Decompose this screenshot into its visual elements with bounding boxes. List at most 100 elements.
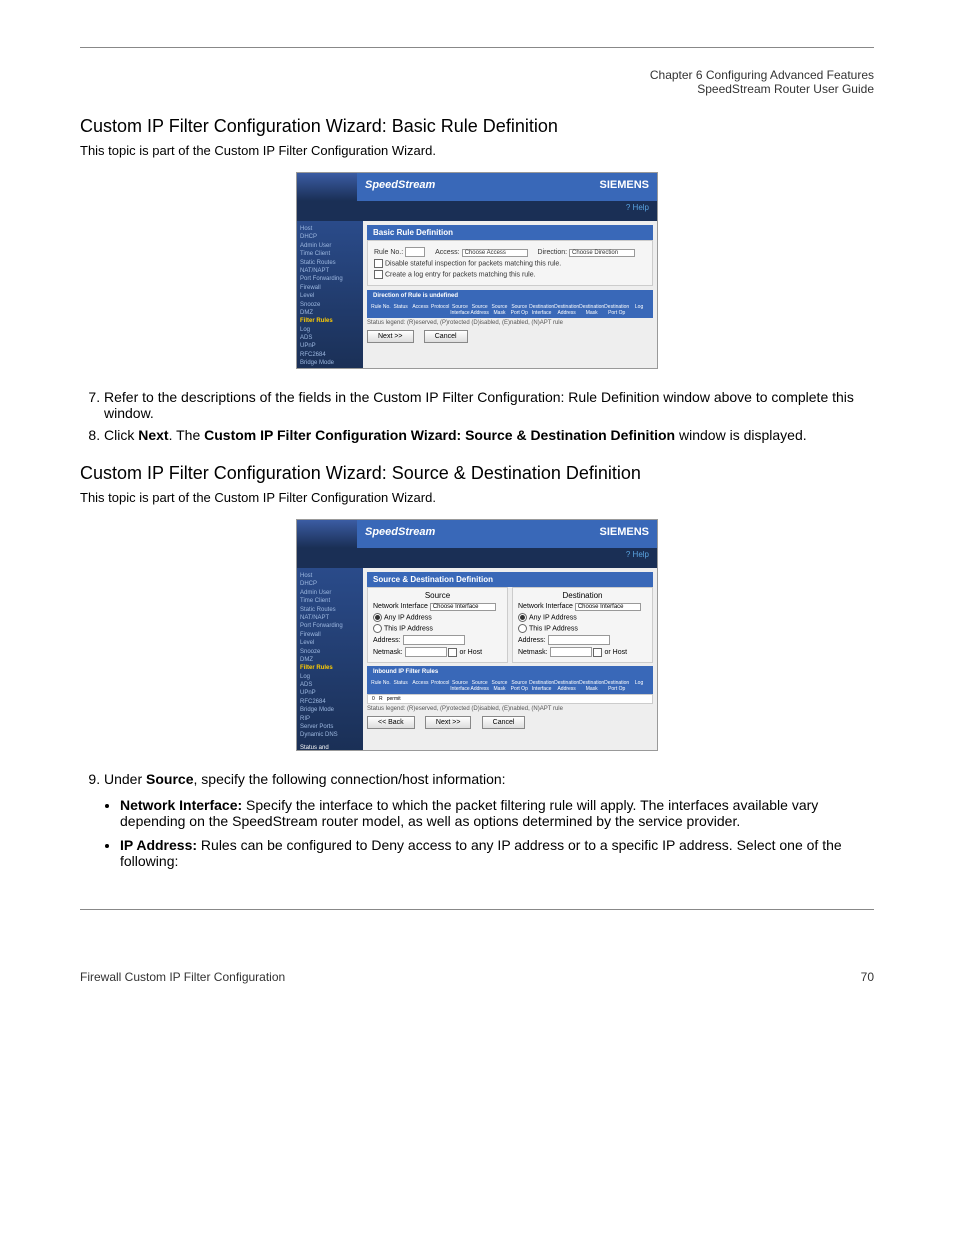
sidebar-item-port-forwarding[interactable]: Port Forwarding: [300, 275, 360, 283]
sidebar-item-upnp[interactable]: UPnP: [300, 342, 360, 350]
sidebar-item-rip[interactable]: RIP: [300, 368, 360, 369]
dst-orhost-label: or Host: [604, 649, 627, 656]
router-image: [297, 173, 357, 201]
sidebar-item-firewall[interactable]: Firewall: [300, 284, 360, 292]
sidebar2-item-nat[interactable]: NAT/NAPT: [300, 614, 360, 622]
sidebar-item-nat[interactable]: NAT/NAPT: [300, 267, 360, 275]
access-label: Access:: [435, 249, 460, 256]
src-orhost-checkbox[interactable]: [448, 648, 457, 657]
numbered-steps-2: Under Source, specify the following conn…: [80, 771, 874, 787]
src-ni-label: Network Interface: [373, 603, 428, 610]
sidebar2-item-port-forwarding[interactable]: Port Forwarding: [300, 622, 360, 630]
header-product: SpeedStream Router User Guide: [697, 82, 874, 96]
router-image-2: [297, 520, 357, 548]
src-netmask-label: Netmask:: [373, 649, 403, 656]
bullet-ip-address: IP Address: Rules can be configured to D…: [120, 837, 874, 869]
sidebar2-item-dhcp[interactable]: DHCP: [300, 580, 360, 588]
sidebar-item-dmz[interactable]: DMZ: [300, 309, 360, 317]
sidebar-item-dhcp[interactable]: DHCP: [300, 233, 360, 241]
bullet-list: Network Interface: Specify the interface…: [80, 797, 874, 869]
sidebar2-item-host[interactable]: Host: [300, 572, 360, 580]
src-this-ip-label: This IP Address: [384, 625, 433, 632]
src-this-ip-radio[interactable]: [373, 624, 382, 633]
dst-ni-select[interactable]: Choose Interface: [575, 603, 641, 611]
sidebar-item-log[interactable]: Log: [300, 326, 360, 334]
sidebar2-item-ads[interactable]: ADS: [300, 681, 360, 689]
sidebar-2: Host DHCP Admin User Time Client Static …: [297, 568, 363, 751]
sidebar-item-static-routes[interactable]: Static Routes: [300, 259, 360, 267]
direction-undefined-label: Direction of Rule is undefined: [367, 290, 653, 302]
sidebar2-item-time-client[interactable]: Time Client: [300, 597, 360, 605]
help-link[interactable]: Help: [633, 203, 649, 212]
help-icon-2[interactable]: ?: [626, 550, 630, 559]
sidebar-item-level[interactable]: Level: [300, 292, 360, 300]
dst-this-ip-radio[interactable]: [518, 624, 527, 633]
rule-no-label: Rule No.:: [374, 249, 403, 256]
panel-title-2: Source & Destination Definition: [367, 572, 653, 587]
sidebar: Host DHCP Admin User Time Client Static …: [297, 221, 363, 369]
sidebar2-item-rip[interactable]: RIP: [300, 715, 360, 723]
src-address-input[interactable]: [403, 635, 465, 645]
sidebar2-item-firewall[interactable]: Firewall: [300, 631, 360, 639]
dest-heading: Destination: [518, 591, 647, 600]
sidebar2-item-rfc2684[interactable]: RFC2684: [300, 698, 360, 706]
back-button[interactable]: << Back: [367, 716, 415, 729]
sidebar2-item-level[interactable]: Level: [300, 639, 360, 647]
direction-select[interactable]: Choose Direction: [569, 249, 635, 257]
src-orhost-label: or Host: [459, 649, 482, 656]
screenshot-basic-rule: SpeedStream SIEMENS ? Help Host DHCP Adm…: [296, 172, 658, 369]
sidebar-item-admin-user[interactable]: Admin User: [300, 242, 360, 250]
sidebar2-item-filter-rules[interactable]: Filter Rules: [300, 664, 360, 672]
cancel-button-2[interactable]: Cancel: [482, 716, 526, 729]
access-select[interactable]: Choose Access: [462, 249, 528, 257]
sidebar-item-bridge-mode[interactable]: Bridge Mode: [300, 359, 360, 367]
help-link-2[interactable]: Help: [633, 550, 649, 559]
sidebar-item-host[interactable]: Host: [300, 225, 360, 233]
sidebar2-status-and[interactable]: Status and: [300, 744, 360, 751]
section2-subtitle: This topic is part of the Custom IP Filt…: [80, 490, 874, 505]
section1-subtitle: This topic is part of the Custom IP Filt…: [80, 143, 874, 158]
numbered-steps-1: Refer to the descriptions of the fields …: [80, 389, 874, 443]
sidebar2-item-bridge-mode[interactable]: Bridge Mode: [300, 706, 360, 714]
create-log-label: Create a log entry for packets matching …: [385, 271, 536, 278]
sidebar2-item-log[interactable]: Log: [300, 673, 360, 681]
dst-this-ip-label: This IP Address: [529, 625, 578, 632]
cancel-button[interactable]: Cancel: [424, 330, 468, 343]
sidebar-item-time-client[interactable]: Time Client: [300, 250, 360, 258]
direction-label: Direction:: [538, 249, 568, 256]
next-button-2[interactable]: Next >>: [425, 716, 472, 729]
dst-any-ip-label: Any IP Address: [529, 614, 577, 621]
next-button[interactable]: Next >>: [367, 330, 414, 343]
bullet-network-interface: Network Interface: Specify the interface…: [120, 797, 874, 829]
sidebar2-item-snooze[interactable]: Snooze: [300, 648, 360, 656]
dst-address-label: Address:: [518, 637, 546, 644]
sidebar-item-filter-rules[interactable]: Filter Rules: [300, 317, 360, 325]
rule-no-input[interactable]: [405, 247, 425, 257]
dst-any-ip-radio[interactable]: [518, 613, 527, 622]
status-legend-2: Status legend: (R)eserved, (P)rotected (…: [367, 706, 653, 712]
dst-netmask-input[interactable]: [550, 647, 592, 657]
section1-title: Custom IP Filter Configuration Wizard: B…: [80, 116, 874, 137]
sidebar2-item-upnp[interactable]: UPnP: [300, 689, 360, 697]
sidebar2-item-dmz[interactable]: DMZ: [300, 656, 360, 664]
sidebar2-item-admin-user[interactable]: Admin User: [300, 589, 360, 597]
create-log-checkbox[interactable]: [374, 270, 383, 279]
src-any-ip-label: Any IP Address: [384, 614, 432, 621]
dst-orhost-checkbox[interactable]: [593, 648, 602, 657]
src-ni-select[interactable]: Choose Interface: [430, 603, 496, 611]
source-heading: Source: [373, 591, 502, 600]
sidebar2-item-dynamic-dns[interactable]: Dynamic DNS: [300, 731, 360, 739]
disable-stateful-checkbox[interactable]: [374, 259, 383, 268]
dst-netmask-label: Netmask:: [518, 649, 548, 656]
sidebar2-item-static-routes[interactable]: Static Routes: [300, 606, 360, 614]
src-netmask-input[interactable]: [405, 647, 447, 657]
help-icon[interactable]: ?: [626, 203, 630, 212]
sidebar2-item-server-ports[interactable]: Server Ports: [300, 723, 360, 731]
brand-label: SpeedStream: [357, 173, 569, 201]
sidebar-item-rfc2684[interactable]: RFC2684: [300, 351, 360, 359]
sidebar-item-ads[interactable]: ADS: [300, 334, 360, 342]
src-any-ip-radio[interactable]: [373, 613, 382, 622]
dst-address-input[interactable]: [548, 635, 610, 645]
rule-table-header-2: Rule No.StatusAccessProtocolSource Inter…: [367, 678, 653, 694]
sidebar-item-snooze[interactable]: Snooze: [300, 301, 360, 309]
